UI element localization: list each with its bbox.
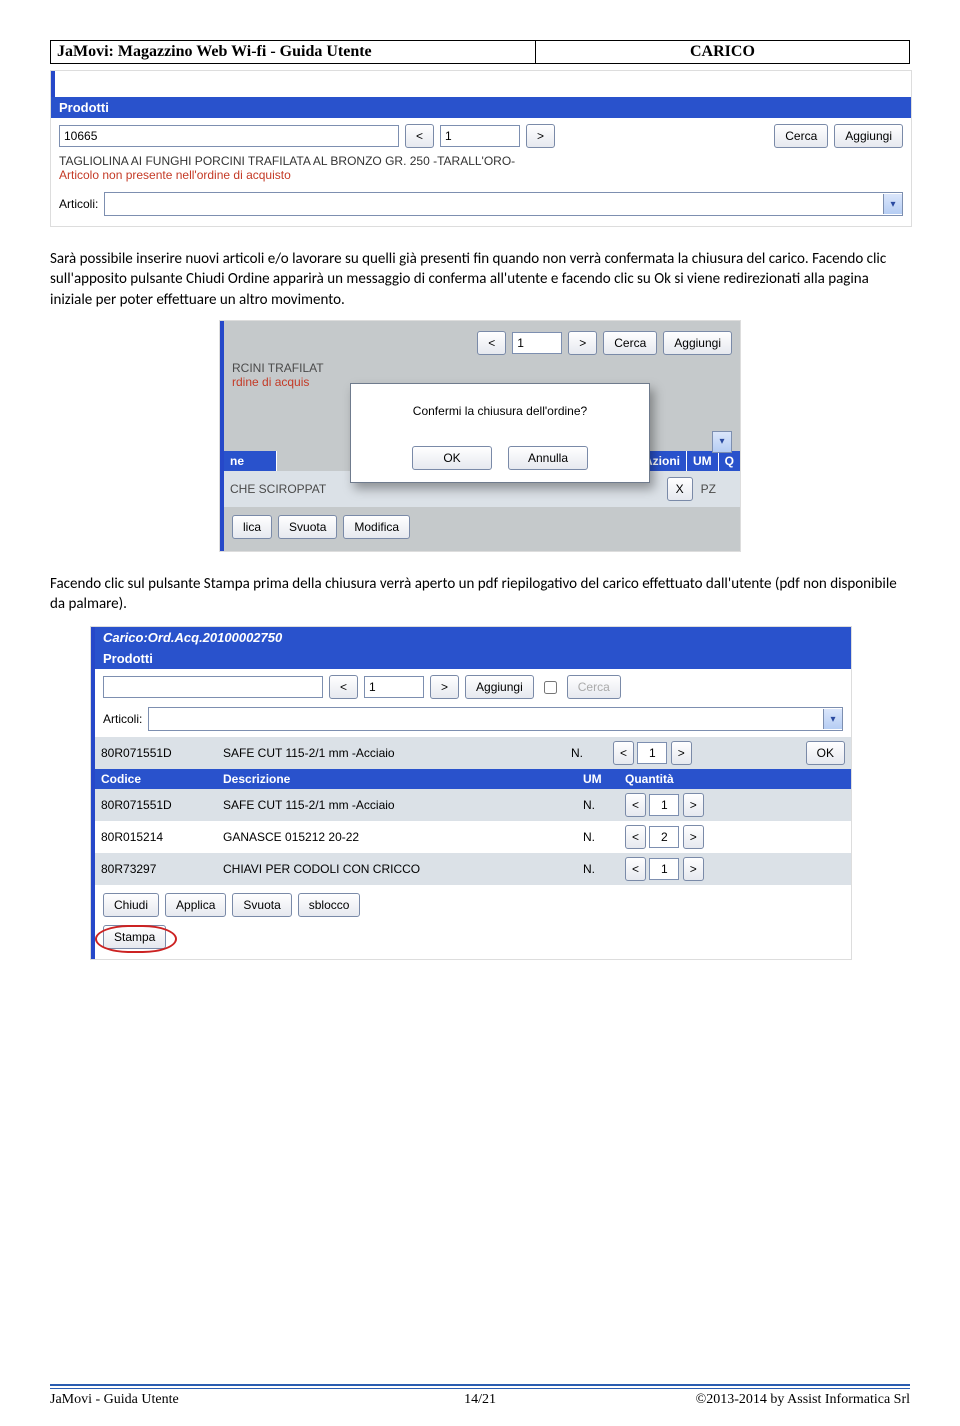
table-row: 80R071551D SAFE CUT 115-2/1 mm -Acciaio … [95,789,851,821]
section-prodotti: Prodotti [95,648,851,669]
product-warning: Articolo non presente nell'ordine di acq… [51,168,911,188]
chevron-down-icon: ▾ [712,431,732,453]
articoli-label: Articoli: [103,712,142,726]
cell-code: 80R73297 [95,853,217,885]
page-footer: JaMovi - Guida Utente 14/21 ©2013-2014 b… [50,1384,910,1408]
qty-input[interactable] [512,332,562,354]
ok-button[interactable]: OK [806,741,845,765]
th-descrizione: Descrizione [217,769,577,789]
prev-button[interactable]: < [477,331,506,355]
prev-button[interactable]: < [613,741,634,765]
next-button[interactable]: > [526,124,555,148]
cell-code: 80R071551D [95,737,217,769]
carico-title: Carico:Ord.Acq.20100002750 [95,627,851,648]
articoli-dropdown[interactable]: ▾ [104,192,903,216]
screenshot-carico-table: Carico:Ord.Acq.20100002750 Prodotti < > … [90,626,852,960]
cell-desc: SAFE CUT 115-2/1 mm -Acciaio [217,737,565,769]
chevron-down-icon: ▾ [883,194,902,214]
cell-desc: GANASCE 015212 20-22 [217,821,577,853]
modifica-button[interactable]: Modifica [343,515,410,539]
dialog-text: Confermi la chiusura dell'ordine? [363,404,637,418]
row-desc: CHE SCIROPPAT [230,482,326,496]
cell-n: N. [577,821,619,853]
aggiungi-button[interactable]: Aggiungi [663,331,732,355]
aggiungi-button[interactable]: Aggiungi [465,675,534,699]
qty-input[interactable] [364,676,424,698]
um-value: PZ [701,482,716,496]
applica-button[interactable]: Applica [165,893,226,917]
aggiungi-button[interactable]: Aggiungi [834,124,903,148]
product-code-input[interactable] [103,676,323,698]
doc-header-left: JaMovi: Magazzino Web Wi-fi - Guida Uten… [51,41,536,63]
row-qty-input[interactable] [649,794,679,816]
table-row: 80R071551D SAFE CUT 115-2/1 mm -Acciaio … [95,737,851,769]
confirm-dialog: Confermi la chiusura dell'ordine? OK Ann… [350,383,650,483]
row-qty-input[interactable] [649,858,679,880]
row-qty-input[interactable] [649,826,679,848]
x-button[interactable]: X [667,477,693,501]
cerca-button[interactable]: Cerca [567,675,621,699]
prev-button[interactable]: < [625,825,646,849]
cell-desc: SAFE CUT 115-2/1 mm -Acciaio [217,789,577,821]
next-button[interactable]: > [430,675,459,699]
chevron-down-icon: ▾ [823,709,842,729]
cerca-button[interactable]: Cerca [774,124,828,148]
next-button[interactable]: > [671,741,692,765]
first-row-table: 80R071551D SAFE CUT 115-2/1 mm -Acciaio … [95,737,851,769]
cerca-button[interactable]: Cerca [603,331,657,355]
next-button[interactable]: > [568,331,597,355]
prev-button[interactable]: < [625,793,646,817]
svuota-button[interactable]: Svuota [232,893,291,917]
col-ne: ne [224,451,277,471]
th-quantita: Quantità [619,769,851,789]
stampa-button[interactable]: Stampa [103,925,166,949]
cell-code: 80R071551D [95,789,217,821]
doc-header: JaMovi: Magazzino Web Wi-fi - Guida Uten… [50,40,910,64]
sblocco-button[interactable]: sblocco [298,893,361,917]
row-qty-input[interactable] [637,742,667,764]
cell-n: N. [577,789,619,821]
search-checkbox[interactable] [544,681,557,694]
prev-button[interactable]: < [329,675,358,699]
screenshot-confirm-dialog: < > Cerca Aggiungi RCINI TRAFILAT rdine … [219,320,741,552]
product-code-input[interactable] [59,125,399,147]
th-codice: Codice [95,769,217,789]
items-table: Codice Descrizione UM Quantità 80R071551… [95,769,851,885]
footer-right: ©2013-2014 by Assist Informatica Srl [623,1392,910,1408]
next-button[interactable]: > [683,825,704,849]
next-button[interactable]: > [683,857,704,881]
cell-code: 80R015214 [95,821,217,853]
ok-button[interactable]: OK [412,446,492,470]
articoli-dropdown[interactable]: ▾ [148,707,843,731]
prev-button[interactable]: < [625,857,646,881]
cut-desc: RCINI TRAFILAT [224,361,740,375]
prev-button[interactable]: < [405,124,434,148]
svuota-button[interactable]: Svuota [278,515,337,539]
col-q: Q [719,451,740,471]
footer-left: JaMovi - Guida Utente [50,1392,337,1408]
th-um: UM [577,769,619,789]
product-description: TAGLIOLINA AI FUNGHI PORCINI TRAFILATA A… [51,154,911,168]
cell-n: N. [577,853,619,885]
screenshot-prodotti: Prodotti < > Cerca Aggiungi TAGLIOLINA A… [50,70,912,227]
paragraph-2: Facendo clic sul pulsante Stampa prima d… [50,574,910,615]
doc-header-right: CARICO [536,41,909,63]
cell-n: N. [565,737,607,769]
table-row: 80R73297 CHIAVI PER CODOLI CON CRICCO N.… [95,853,851,885]
footer-page: 14/21 [337,1392,624,1408]
cell-desc: CHIAVI PER CODOLI CON CRICCO [217,853,577,885]
qty-input[interactable] [440,125,520,147]
annulla-button[interactable]: Annulla [508,446,588,470]
paragraph-1: Sarà possibile inserire nuovi articoli e… [50,249,910,310]
col-um: UM [687,451,719,471]
lica-button[interactable]: lica [232,515,272,539]
table-row: 80R015214 GANASCE 015212 20-22 N. < > [95,821,851,853]
chiudi-button[interactable]: Chiudi [103,893,159,917]
section-title: Prodotti [51,97,911,118]
articoli-label: Articoli: [59,197,98,211]
next-button[interactable]: > [683,793,704,817]
